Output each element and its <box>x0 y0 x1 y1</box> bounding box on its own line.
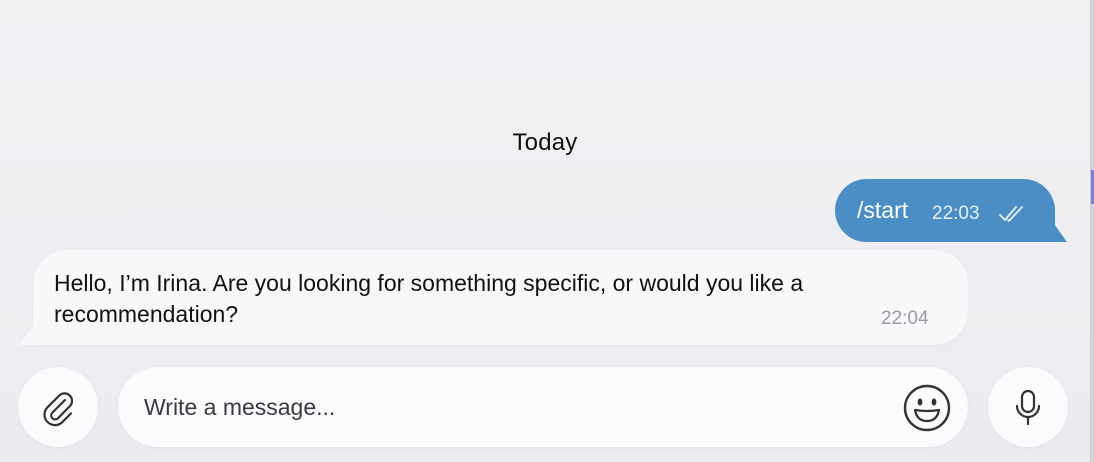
message-text: Hello, I’m Irina. Are you looking for so… <box>54 270 804 327</box>
smile-icon <box>903 384 951 432</box>
microphone-icon <box>1015 389 1041 426</box>
message-time: 22:03 <box>932 203 980 224</box>
double-check-icon <box>998 204 1028 224</box>
message-input[interactable] <box>142 386 886 428</box>
paperclip-icon <box>43 392 74 427</box>
attach-button[interactable] <box>18 367 98 447</box>
microphone-button[interactable] <box>988 367 1068 447</box>
message-time: 22:04 <box>881 308 929 329</box>
emoji-button[interactable] <box>902 383 952 433</box>
message-input-box[interactable] <box>118 367 968 447</box>
message-text: /start <box>857 197 909 223</box>
outgoing-bubble-tail <box>1043 222 1067 242</box>
date-divider: Today <box>512 129 578 156</box>
outgoing-message[interactable]: /start 22:03 <box>835 179 1067 242</box>
incoming-message[interactable]: Hello, I’m Irina. Are you looking for so… <box>19 250 968 345</box>
incoming-bubble-tail <box>19 323 47 345</box>
chat-area: Today /start 22:03 Hello, I’m Irina. Are… <box>0 0 1091 462</box>
